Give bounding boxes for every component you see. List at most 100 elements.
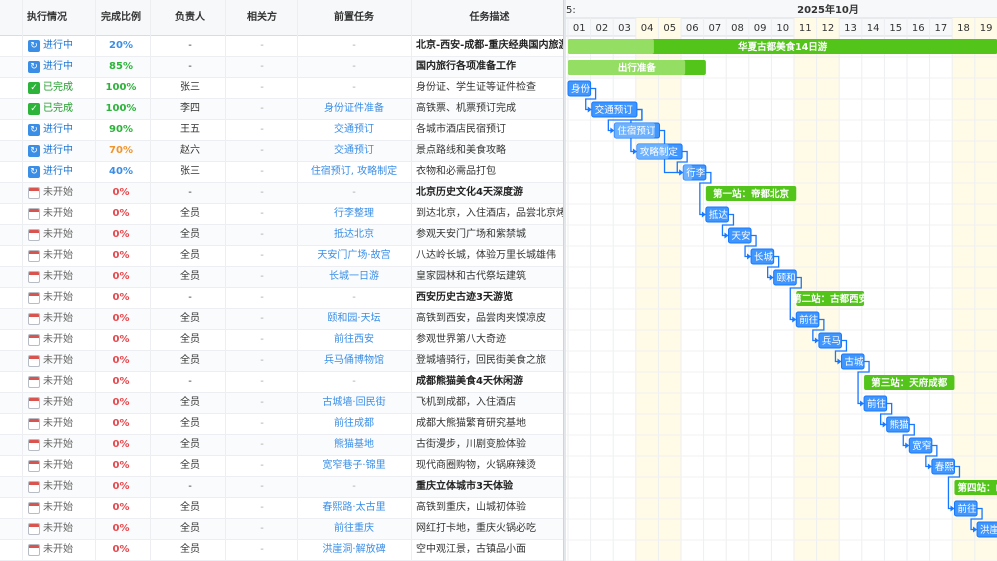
table-row[interactable]: ↻ 进行中 20% - - - 北京-西安-成都-重庆经典国内旅游 bbox=[0, 36, 563, 57]
row-select-cell[interactable] bbox=[0, 246, 24, 266]
task-bar[interactable]: 颐和 bbox=[773, 269, 797, 286]
table-row[interactable]: ↻ 进行中 90% 王五 - 交通预订 各城市酒店民宿预订 bbox=[0, 120, 563, 141]
predecessor-link[interactable]: 前往成都 bbox=[298, 414, 410, 434]
predecessor-link[interactable]: 抵达北京 bbox=[298, 225, 410, 245]
column-divider[interactable] bbox=[297, 0, 298, 561]
task-bar[interactable]: 洪崖 bbox=[976, 521, 997, 538]
task-bar[interactable]: 兵马 bbox=[818, 332, 842, 349]
task-bar[interactable]: 前往 bbox=[795, 311, 820, 328]
header-progress[interactable]: 完成比例 bbox=[96, 0, 146, 36]
summary-bar[interactable]: 华夏古都美食14日游 bbox=[568, 39, 997, 54]
table-row[interactable]: 未开始 0% 全员 - 洪崖洞·解放碑 空中观江景，古镇品小面 bbox=[0, 540, 563, 561]
row-select-cell[interactable] bbox=[0, 540, 24, 560]
row-select-cell[interactable] bbox=[0, 477, 24, 497]
predecessor-link[interactable]: 长城一日游 bbox=[298, 267, 410, 287]
predecessor-link[interactable]: 交通预订 bbox=[298, 141, 410, 161]
table-row[interactable]: 未开始 0% 全员 - 春熙路·太古里 高铁到重庆，山城初体验 bbox=[0, 498, 563, 519]
table-row[interactable]: 未开始 0% - - - 西安历史古迹3天游览 bbox=[0, 288, 563, 309]
task-bar[interactable]: 抵达 bbox=[705, 206, 729, 223]
task-bar[interactable]: 住宿预订 bbox=[613, 122, 661, 139]
predecessor-link[interactable]: 古城墙·回民街 bbox=[298, 393, 410, 413]
table-row[interactable]: 未开始 0% 全员 - 抵达北京 参观天安门广场和紫禁城 bbox=[0, 225, 563, 246]
task-bar[interactable]: 春熙 bbox=[931, 458, 955, 475]
header-predecessor[interactable]: 前置任务 bbox=[298, 0, 410, 36]
header-description[interactable]: 任务描述 bbox=[416, 0, 563, 36]
row-select-cell[interactable] bbox=[0, 330, 24, 350]
table-row[interactable]: 未开始 0% 全员 - 兵马俑博物馆 登城墙骑行，回民街美食之旅 bbox=[0, 351, 563, 372]
table-row[interactable]: ✓ 已完成 100% 李四 - 身份证件准备 高铁票、机票预订完成 bbox=[0, 99, 563, 120]
predecessor-link[interactable]: 前往西安 bbox=[298, 330, 410, 350]
header-status[interactable]: 执行情况 bbox=[22, 0, 72, 36]
predecessor-link[interactable]: 天安门广场·故宫 bbox=[298, 246, 410, 266]
row-select-cell[interactable] bbox=[0, 204, 24, 224]
table-row[interactable]: 未开始 0% 全员 - 古城墙·回民街 飞机到成都，入住酒店 bbox=[0, 393, 563, 414]
table-row[interactable]: 未开始 0% 全员 - 前往成都 成都大熊猫繁育研究基地 bbox=[0, 414, 563, 435]
column-divider[interactable] bbox=[150, 0, 151, 561]
row-select-cell[interactable] bbox=[0, 309, 24, 329]
task-bar[interactable]: 行李 bbox=[682, 164, 707, 181]
table-row[interactable]: 未开始 0% 全员 - 熊猫基地 古街漫步，川剧变脸体验 bbox=[0, 435, 563, 456]
table-row[interactable]: 未开始 0% 全员 - 长城一日游 皇家园林和古代祭坛建筑 bbox=[0, 267, 563, 288]
predecessor-link[interactable]: 行李整理 bbox=[298, 204, 410, 224]
column-divider[interactable] bbox=[22, 0, 23, 561]
row-select-cell[interactable] bbox=[0, 78, 24, 98]
row-select-cell[interactable] bbox=[0, 498, 24, 518]
table-row[interactable]: 未开始 0% 全员 - 前往西安 参观世界第八大奇迹 bbox=[0, 330, 563, 351]
predecessor-link[interactable]: 春熙路·太古里 bbox=[298, 498, 410, 518]
table-row[interactable]: 未开始 0% 全员 - 前往重庆 网红打卡地，重庆火锅必吃 bbox=[0, 519, 563, 540]
row-select-cell[interactable] bbox=[0, 519, 24, 539]
table-row[interactable]: ↻ 进行中 40% 张三 - 住宿预订, 攻略制定 衣物和必需品打包 bbox=[0, 162, 563, 183]
table-row[interactable]: ✓ 已完成 100% 张三 - - 身份证、学生证等证件检查 bbox=[0, 78, 563, 99]
task-bar[interactable]: 古城 bbox=[840, 353, 865, 370]
row-select-cell[interactable] bbox=[0, 372, 24, 392]
row-select-cell[interactable] bbox=[0, 162, 24, 182]
table-row[interactable]: 未开始 0% - - - 成都熊猫美食4天休闲游 bbox=[0, 372, 563, 393]
predecessor-link[interactable]: 宽窄巷子·锦里 bbox=[298, 456, 410, 476]
row-select-cell[interactable] bbox=[0, 267, 24, 287]
predecessor-link[interactable]: 交通预订 bbox=[298, 120, 410, 140]
task-bar[interactable]: 前往 bbox=[953, 500, 978, 517]
task-bar[interactable]: 攻略制定 bbox=[636, 143, 683, 160]
table-row[interactable]: 未开始 0% 全员 - 宽窄巷子·锦里 现代商圈购物，火锅麻辣烫 bbox=[0, 456, 563, 477]
predecessor-link[interactable]: 兵马俑博物馆 bbox=[298, 351, 410, 371]
column-divider[interactable] bbox=[95, 0, 96, 561]
predecessor-link[interactable]: 身份证件准备 bbox=[298, 99, 410, 119]
predecessor-link[interactable]: 熊猫基地 bbox=[298, 435, 410, 455]
predecessor-link[interactable]: 前往重庆 bbox=[298, 519, 410, 539]
summary-bar[interactable]: 第一站：帝都北京 bbox=[705, 186, 797, 201]
summary-bar[interactable]: 出行准备 bbox=[568, 60, 706, 75]
table-row[interactable]: 未开始 0% 全员 - 行李整理 到达北京，入住酒店，品尝北京烤 bbox=[0, 204, 563, 225]
header-related[interactable]: 相关方 bbox=[230, 0, 294, 36]
predecessor-link[interactable]: 住宿预订, 攻略制定 bbox=[298, 162, 410, 182]
predecessor-link[interactable]: 洪崖洞·解放碑 bbox=[298, 540, 410, 560]
table-row[interactable]: 未开始 0% 全员 - 颐和园·天坛 高铁到西安，品尝肉夹馍凉皮 bbox=[0, 309, 563, 330]
task-bar[interactable]: 交通预订 bbox=[591, 101, 638, 118]
row-select-cell[interactable] bbox=[0, 36, 24, 56]
row-select-cell[interactable] bbox=[0, 57, 24, 77]
summary-bar[interactable]: 第二站：古都西安 bbox=[792, 291, 869, 306]
row-select-cell[interactable] bbox=[0, 183, 24, 203]
column-divider[interactable] bbox=[411, 0, 412, 561]
row-select-cell[interactable] bbox=[0, 99, 24, 119]
table-row[interactable]: 未开始 0% 全员 - 天安门广场·故宫 八达岭长城，体验万里长城雄伟 bbox=[0, 246, 563, 267]
row-select-cell[interactable] bbox=[0, 141, 24, 161]
summary-bar[interactable]: 第四站：山 bbox=[954, 480, 997, 495]
summary-bar[interactable]: 第三站：天府成都 bbox=[864, 375, 955, 390]
task-bar[interactable]: 前往 bbox=[863, 395, 888, 412]
task-bar[interactable]: 身份 bbox=[567, 80, 592, 97]
row-select-cell[interactable] bbox=[0, 414, 24, 434]
row-select-cell[interactable] bbox=[0, 120, 24, 140]
table-row[interactable]: 未开始 0% - - - 北京历史文化4天深度游 bbox=[0, 183, 563, 204]
table-row[interactable]: ↻ 进行中 85% - - - 国内旅行各项准备工作 bbox=[0, 57, 563, 78]
row-select-cell[interactable] bbox=[0, 393, 24, 413]
row-select-cell[interactable] bbox=[0, 351, 24, 371]
header-owner[interactable]: 负责人 bbox=[160, 0, 220, 36]
task-bar[interactable]: 熊猫 bbox=[886, 416, 910, 433]
task-bar[interactable]: 天安 bbox=[727, 227, 752, 244]
task-bar[interactable]: 长城 bbox=[750, 248, 775, 265]
column-divider[interactable] bbox=[225, 0, 226, 561]
row-select-cell[interactable] bbox=[0, 435, 24, 455]
predecessor-link[interactable]: 颐和园·天坛 bbox=[298, 309, 410, 329]
table-row[interactable]: ↻ 进行中 70% 赵六 - 交通预订 景点路线和美食攻略 bbox=[0, 141, 563, 162]
row-select-cell[interactable] bbox=[0, 288, 24, 308]
